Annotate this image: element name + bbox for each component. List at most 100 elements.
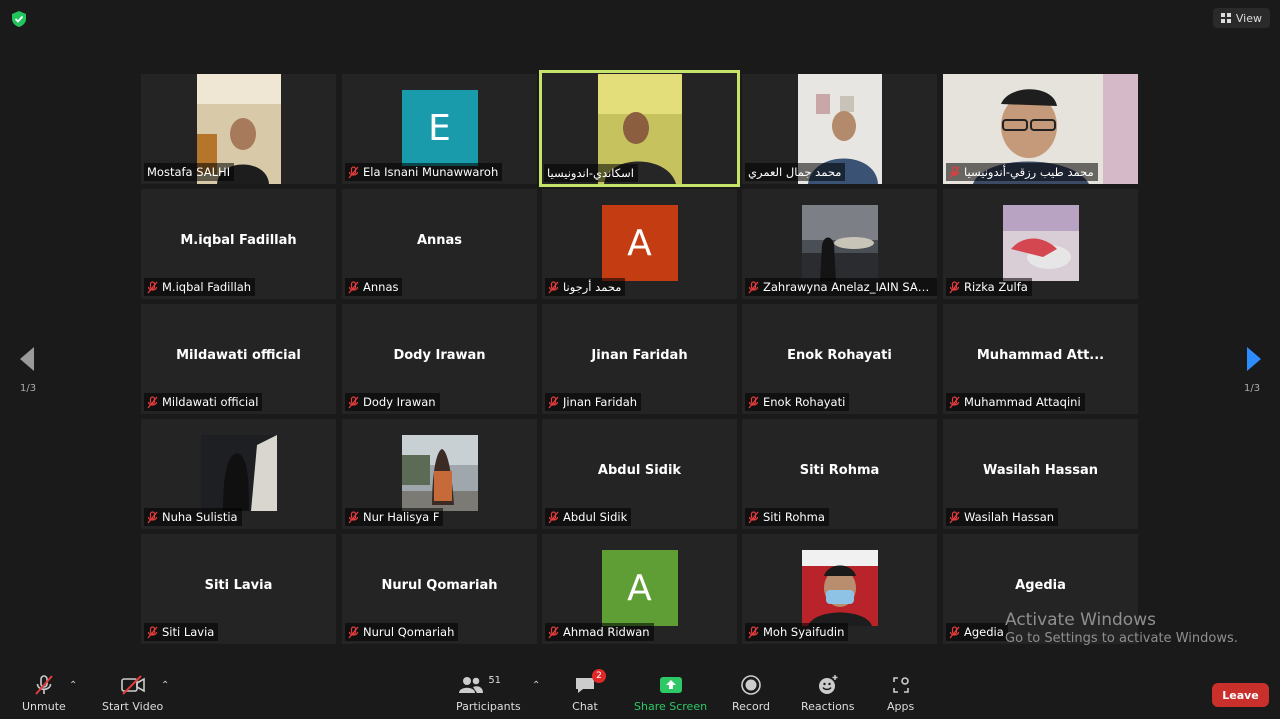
participant-display-name: Agedia [1015, 578, 1066, 593]
muted-mic-icon [147, 395, 158, 408]
participant-display-name: Abdul Sidik [597, 463, 682, 478]
muted-mic-icon [147, 510, 158, 523]
muted-mic-icon [348, 280, 359, 293]
participant-name-label: Siti Lavia [144, 623, 219, 641]
participant-display-name: Dody Irawan [393, 348, 486, 363]
chat-button[interactable]: 2 Chat [572, 669, 606, 713]
muted-mic-icon [949, 280, 960, 293]
muted-mic-icon [348, 395, 359, 408]
participant-display-name: Jinan Faridah [591, 348, 688, 363]
participant-name-label: M.iqbal Fadillah [144, 278, 256, 296]
participant-name-label: محمد أرجونا [545, 278, 626, 296]
participant-name-label: Rizka Zulfa [946, 278, 1032, 296]
participant-tile-active-speaker[interactable]: اسكاندي-اندونيسيا [539, 70, 740, 187]
participant-tile[interactable]: Siti Rohma Siti Rohma [742, 419, 937, 529]
record-label: Record [732, 700, 771, 713]
participant-name-label: اسكاندي-اندونيسيا [544, 164, 638, 182]
muted-mic-icon [548, 625, 559, 638]
participant-tile[interactable]: Nurul Qomariah Nurul Qomariah [342, 534, 537, 644]
reactions-label: Reactions [801, 700, 855, 713]
leave-button[interactable]: Leave [1212, 683, 1269, 707]
watermark-title: Activate Windows [1005, 610, 1156, 630]
participant-tile[interactable]: Zahrawyna Anelaz_IAIN SAS B... [742, 189, 937, 299]
participant-tile[interactable]: M.iqbal Fadillah M.iqbal Fadillah [141, 189, 336, 299]
participant-tile[interactable]: محمد جمال العمري [742, 74, 937, 184]
participant-tile[interactable]: Muhammad Att... Muhammad Attaqini [943, 304, 1138, 414]
muted-mic-icon [147, 625, 158, 638]
muted-mic-icon [147, 280, 158, 293]
participant-profile-photo [801, 550, 878, 626]
participant-tile[interactable]: محمد طيب رزقي-أندونيسيا [943, 74, 1138, 184]
share-screen-button[interactable]: Share Screen [634, 674, 707, 713]
muted-microphone-icon [35, 675, 53, 695]
participant-display-name: Nurul Qomariah [381, 578, 498, 593]
muted-mic-icon [348, 510, 359, 523]
chat-unread-badge: 2 [592, 669, 606, 683]
share-screen-icon [659, 677, 682, 693]
muted-mic-icon [548, 280, 559, 293]
participant-name-label: Enok Rohayati [745, 393, 850, 411]
participant-tile[interactable]: E Ela Isnani Munawwaroh [342, 74, 537, 184]
participant-name-label: Jinan Faridah [545, 393, 642, 411]
chat-label: Chat [572, 700, 598, 713]
muted-mic-icon [949, 395, 960, 408]
reactions-button[interactable]: Reactions [801, 674, 855, 713]
participant-display-name: Annas [416, 233, 463, 248]
participant-tile[interactable]: Abdul Sidik Abdul Sidik [542, 419, 737, 529]
muted-mic-icon [748, 395, 759, 408]
muted-mic-icon [348, 625, 359, 638]
participant-profile-photo [801, 205, 878, 281]
participant-tile[interactable]: Moh Syaifudin [742, 534, 937, 644]
muted-mic-icon [548, 395, 559, 408]
participant-tile[interactable]: Jinan Faridah Jinan Faridah [542, 304, 737, 414]
reactions-smiley-icon [818, 675, 838, 694]
muted-mic-icon [949, 510, 960, 523]
participant-tile[interactable]: Mostafa SALHI [141, 74, 336, 184]
muted-mic-icon [348, 165, 359, 178]
participant-tile[interactable]: Mildawati official Mildawati official [141, 304, 336, 414]
participant-name-label: Muhammad Attaqini [946, 393, 1085, 411]
participant-name-label: Nuha Sulistia [144, 508, 242, 526]
participants-icon [459, 677, 484, 693]
record-icon [741, 675, 761, 695]
participant-display-name: Siti Rohma [799, 463, 880, 478]
participant-tile[interactable]: Rizka Zulfa [943, 189, 1138, 299]
participant-name-label: محمد طيب رزقي-أندونيسيا [946, 163, 1098, 181]
participant-name-label: Annas [345, 278, 403, 296]
unmute-button[interactable]: Unmute [22, 674, 66, 713]
participants-button[interactable]: 51 Participants [456, 674, 521, 714]
participant-tile[interactable]: Dody Irawan Dody Irawan [342, 304, 537, 414]
participants-count: 51 [488, 674, 502, 686]
participant-display-name: Wasilah Hassan [982, 463, 1098, 478]
participant-tile[interactable]: Annas Annas [342, 189, 537, 299]
share-screen-label: Share Screen [634, 700, 708, 713]
participant-tile[interactable]: Nuha Sulistia [141, 419, 336, 529]
participant-name-label: Wasilah Hassan [946, 508, 1059, 526]
participant-name-label: Nurul Qomariah [345, 623, 459, 641]
participant-tile[interactable]: Siti Lavia Siti Lavia [141, 534, 336, 644]
participant-tile[interactable]: A محمد أرجونا [542, 189, 737, 299]
audio-options-caret-icon[interactable]: ⌃ [69, 680, 77, 691]
participant-display-name: Mildawati official [176, 348, 301, 363]
start-video-button[interactable]: Start Video [102, 674, 163, 713]
apps-label: Apps [887, 700, 915, 713]
participant-name-label: Ahmad Ridwan [545, 623, 654, 641]
muted-mic-icon [949, 165, 960, 178]
participant-name-label: Moh Syaifudin [745, 623, 849, 641]
participant-name-label: Abdul Sidik [545, 508, 632, 526]
apps-icon [892, 677, 909, 693]
start-video-label: Start Video [102, 700, 164, 713]
participant-tile[interactable]: Wasilah Hassan Wasilah Hassan [943, 419, 1138, 529]
record-button[interactable]: Record [732, 674, 770, 713]
video-options-caret-icon[interactable]: ⌃ [161, 680, 169, 691]
participant-name-label: Nur Halisya F [345, 508, 444, 526]
participant-name-label: Siti Rohma [745, 508, 829, 526]
participant-display-name: Muhammad Att... [976, 348, 1105, 363]
participant-avatar: A [601, 550, 678, 626]
apps-button[interactable]: Apps [887, 674, 914, 713]
muted-mic-icon [548, 510, 559, 523]
participants-options-caret-icon[interactable]: ⌃ [532, 680, 540, 691]
participant-tile[interactable]: Enok Rohayati Enok Rohayati [742, 304, 937, 414]
participant-tile[interactable]: A Ahmad Ridwan [542, 534, 737, 644]
participant-tile[interactable]: Nur Halisya F [342, 419, 537, 529]
